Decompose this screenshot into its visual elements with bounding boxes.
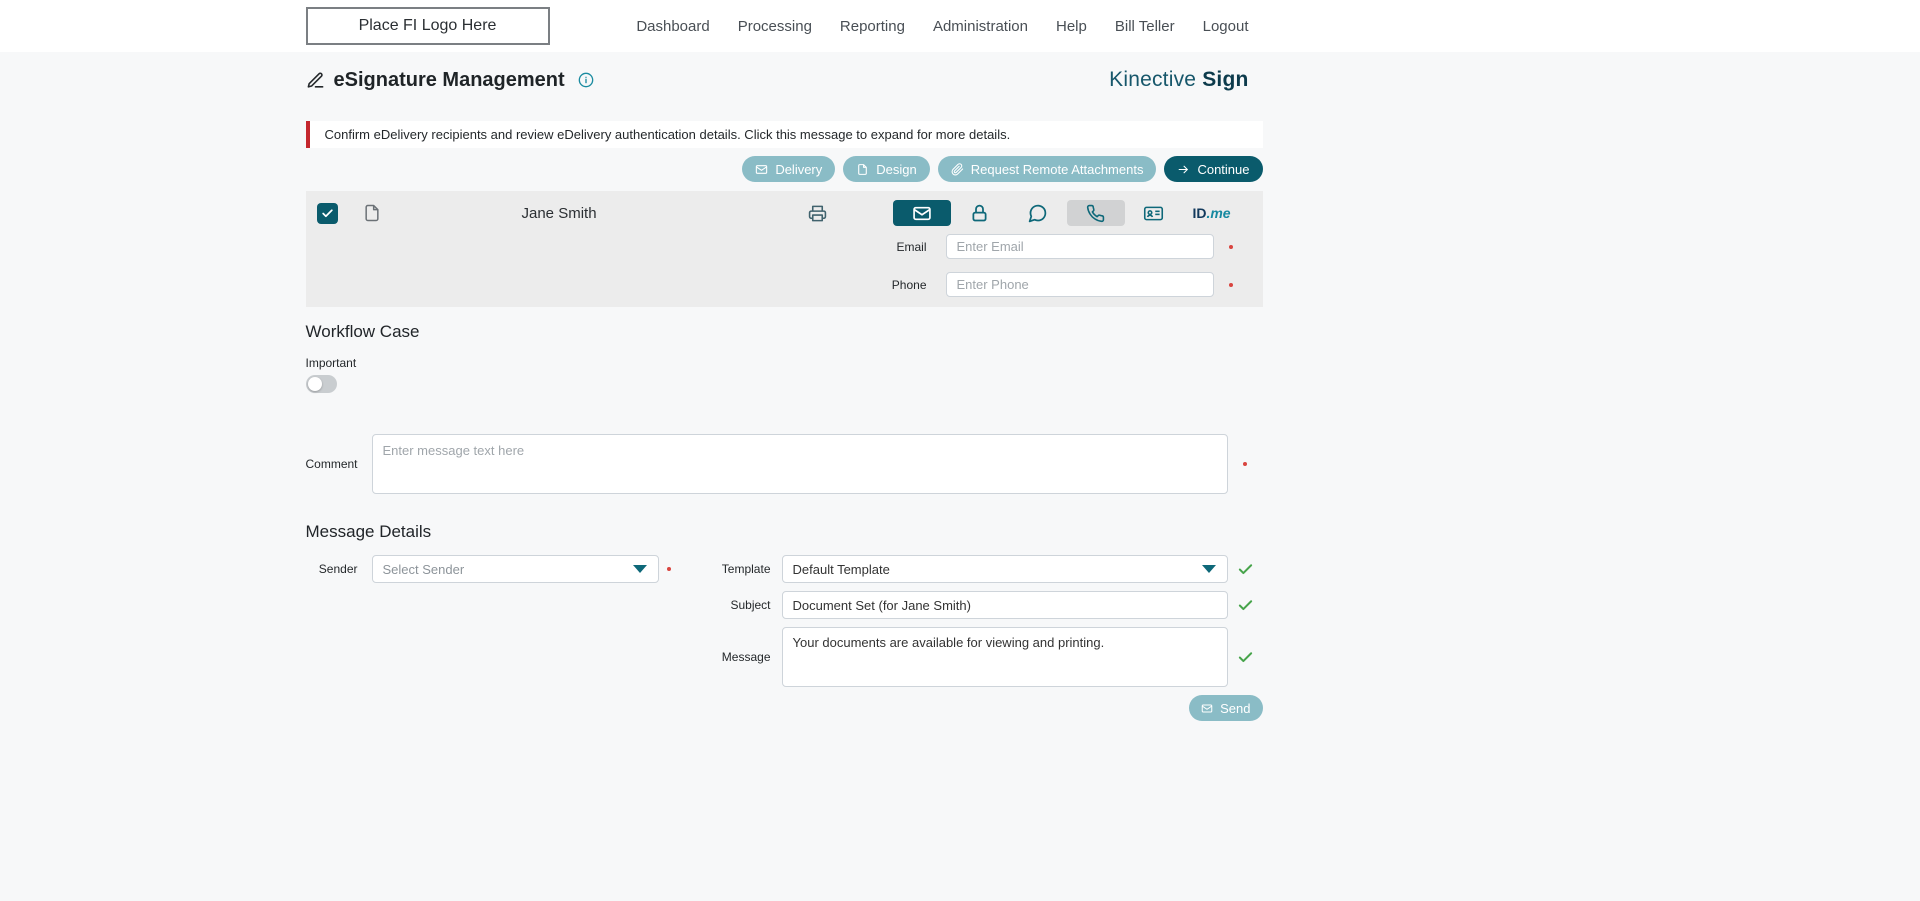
message-textarea[interactable]: Your documents are available for viewing…	[781, 627, 1228, 687]
design-button[interactable]: Design	[843, 156, 930, 182]
message-details-form: Sender Select Sender Template Default Te…	[306, 555, 1263, 721]
email-input[interactable]	[945, 234, 1214, 259]
important-toggle[interactable]	[305, 375, 337, 393]
request-remote-attachments-button[interactable]: Request Remote Attachments	[937, 156, 1157, 182]
check-icon	[1237, 649, 1254, 666]
brand-name: Kinective	[1109, 68, 1197, 91]
envelope-icon	[912, 203, 932, 223]
phone-input[interactable]	[945, 272, 1214, 297]
delivery-button[interactable]: Delivery	[742, 156, 836, 182]
delivery-method-email[interactable]	[892, 200, 951, 226]
chevron-down-icon	[1201, 565, 1216, 573]
sender-label: Sender	[318, 562, 358, 576]
edelivery-alert-banner[interactable]: Confirm eDelivery recipients and review …	[305, 121, 1263, 148]
recipient-row: Jane Smith ID .me	[306, 199, 1263, 227]
required-dot	[666, 567, 671, 571]
delivery-button-label: Delivery	[775, 161, 823, 177]
envelope-icon	[755, 163, 768, 176]
kinective-sign-logo: Kinective Sign	[1109, 68, 1248, 92]
recipient-email-row: Email	[306, 234, 1263, 259]
paperclip-icon	[951, 162, 964, 176]
continue-button[interactable]: Continue	[1164, 156, 1263, 182]
recipient-name: Jane Smith	[521, 204, 597, 222]
sender-select[interactable]: Select Sender	[371, 555, 659, 583]
subject-input[interactable]	[781, 591, 1228, 619]
sender-select-value: Select Sender	[382, 561, 465, 577]
email-label: Email	[896, 239, 927, 254]
required-dot	[1243, 462, 1247, 466]
important-label: Important	[305, 356, 357, 370]
nav-logout[interactable]: Logout	[1203, 18, 1249, 35]
action-toolbar: Delivery Design Request Remote Attachmen…	[306, 156, 1263, 182]
message-label: Message	[721, 650, 771, 664]
template-row: Template Default Template	[679, 555, 1263, 583]
envelope-icon	[1201, 702, 1213, 714]
page-header: eSignature Management Kinective Sign	[306, 68, 1263, 92]
chevron-down-icon	[632, 565, 647, 573]
delivery-method-sms[interactable]	[1009, 200, 1067, 226]
template-select-value: Default Template	[792, 561, 890, 577]
fi-logo-placeholder: Place FI Logo Here	[305, 7, 550, 45]
idme-logo-id: ID	[1192, 205, 1207, 221]
nav-help[interactable]: Help	[1056, 18, 1087, 35]
printer-icon[interactable]	[808, 204, 827, 223]
delivery-method-access-code[interactable]	[951, 200, 1009, 226]
lock-icon	[969, 203, 990, 224]
comment-label: Comment	[305, 457, 358, 471]
nav-administration[interactable]: Administration	[933, 18, 1028, 35]
info-icon[interactable]	[578, 72, 594, 88]
fi-logo-text: Place FI Logo Here	[358, 17, 497, 34]
delivery-method-group: ID .me	[892, 200, 1241, 226]
phone-icon	[1086, 204, 1105, 223]
top-navbar: Place FI Logo Here Dashboard Processing …	[0, 0, 1920, 52]
send-button[interactable]: Send	[1189, 695, 1263, 721]
send-button-label: Send	[1220, 700, 1251, 716]
toggle-knob	[307, 377, 322, 391]
idme-logo-me: .me	[1206, 205, 1231, 221]
workflow-case-heading: Workflow Case	[305, 322, 420, 341]
required-dot	[1228, 282, 1233, 287]
main-nav: Dashboard Processing Reporting Administr…	[636, 18, 1262, 35]
pen-icon	[306, 71, 325, 90]
subject-row: Subject	[679, 591, 1263, 619]
checkbox-check-icon	[321, 207, 334, 220]
send-row: Send	[679, 695, 1263, 721]
message-row: Message Your documents are available for…	[679, 627, 1263, 687]
important-toggle-block: Important	[305, 356, 1263, 393]
nav-dashboard[interactable]: Dashboard	[636, 18, 709, 35]
subject-label: Subject	[730, 598, 771, 612]
arrow-right-icon	[1177, 163, 1190, 176]
chat-icon	[1027, 203, 1048, 224]
file-icon	[856, 163, 869, 176]
main-content: eSignature Management Kinective Sign Con…	[0, 68, 1568, 841]
recipient-checkbox[interactable]	[316, 202, 338, 224]
phone-label: Phone	[891, 277, 927, 292]
nav-reporting[interactable]: Reporting	[840, 18, 905, 35]
required-dot	[1228, 244, 1233, 249]
page-title: eSignature Management	[333, 68, 565, 91]
comment-row: Comment	[306, 434, 1263, 494]
delivery-method-idme[interactable]: ID .me	[1183, 200, 1241, 226]
brand-product: Sign	[1202, 68, 1249, 91]
comment-textarea[interactable]	[371, 434, 1228, 494]
template-select[interactable]: Default Template	[781, 555, 1228, 583]
nav-processing[interactable]: Processing	[738, 18, 812, 35]
template-label: Template	[721, 562, 771, 576]
check-icon	[1237, 561, 1254, 578]
message-details-heading: Message Details	[305, 522, 432, 541]
recipient-phone-row: Phone	[306, 272, 1263, 297]
alert-text: Confirm eDelivery recipients and review …	[324, 127, 1011, 142]
recipient-panel: Jane Smith ID .me Email Enter Email Phon…	[305, 191, 1263, 307]
delivery-method-id-card[interactable]	[1125, 200, 1183, 226]
check-icon	[1237, 597, 1254, 614]
nav-user-bill-teller[interactable]: Bill Teller	[1115, 18, 1175, 35]
continue-button-label: Continue	[1197, 161, 1250, 177]
id-card-icon	[1143, 202, 1165, 224]
design-button-label: Design	[876, 161, 917, 177]
document-icon[interactable]	[362, 202, 382, 224]
delivery-method-phone[interactable]	[1066, 200, 1125, 226]
request-remote-attachments-label: Request Remote Attachments	[970, 161, 1144, 177]
